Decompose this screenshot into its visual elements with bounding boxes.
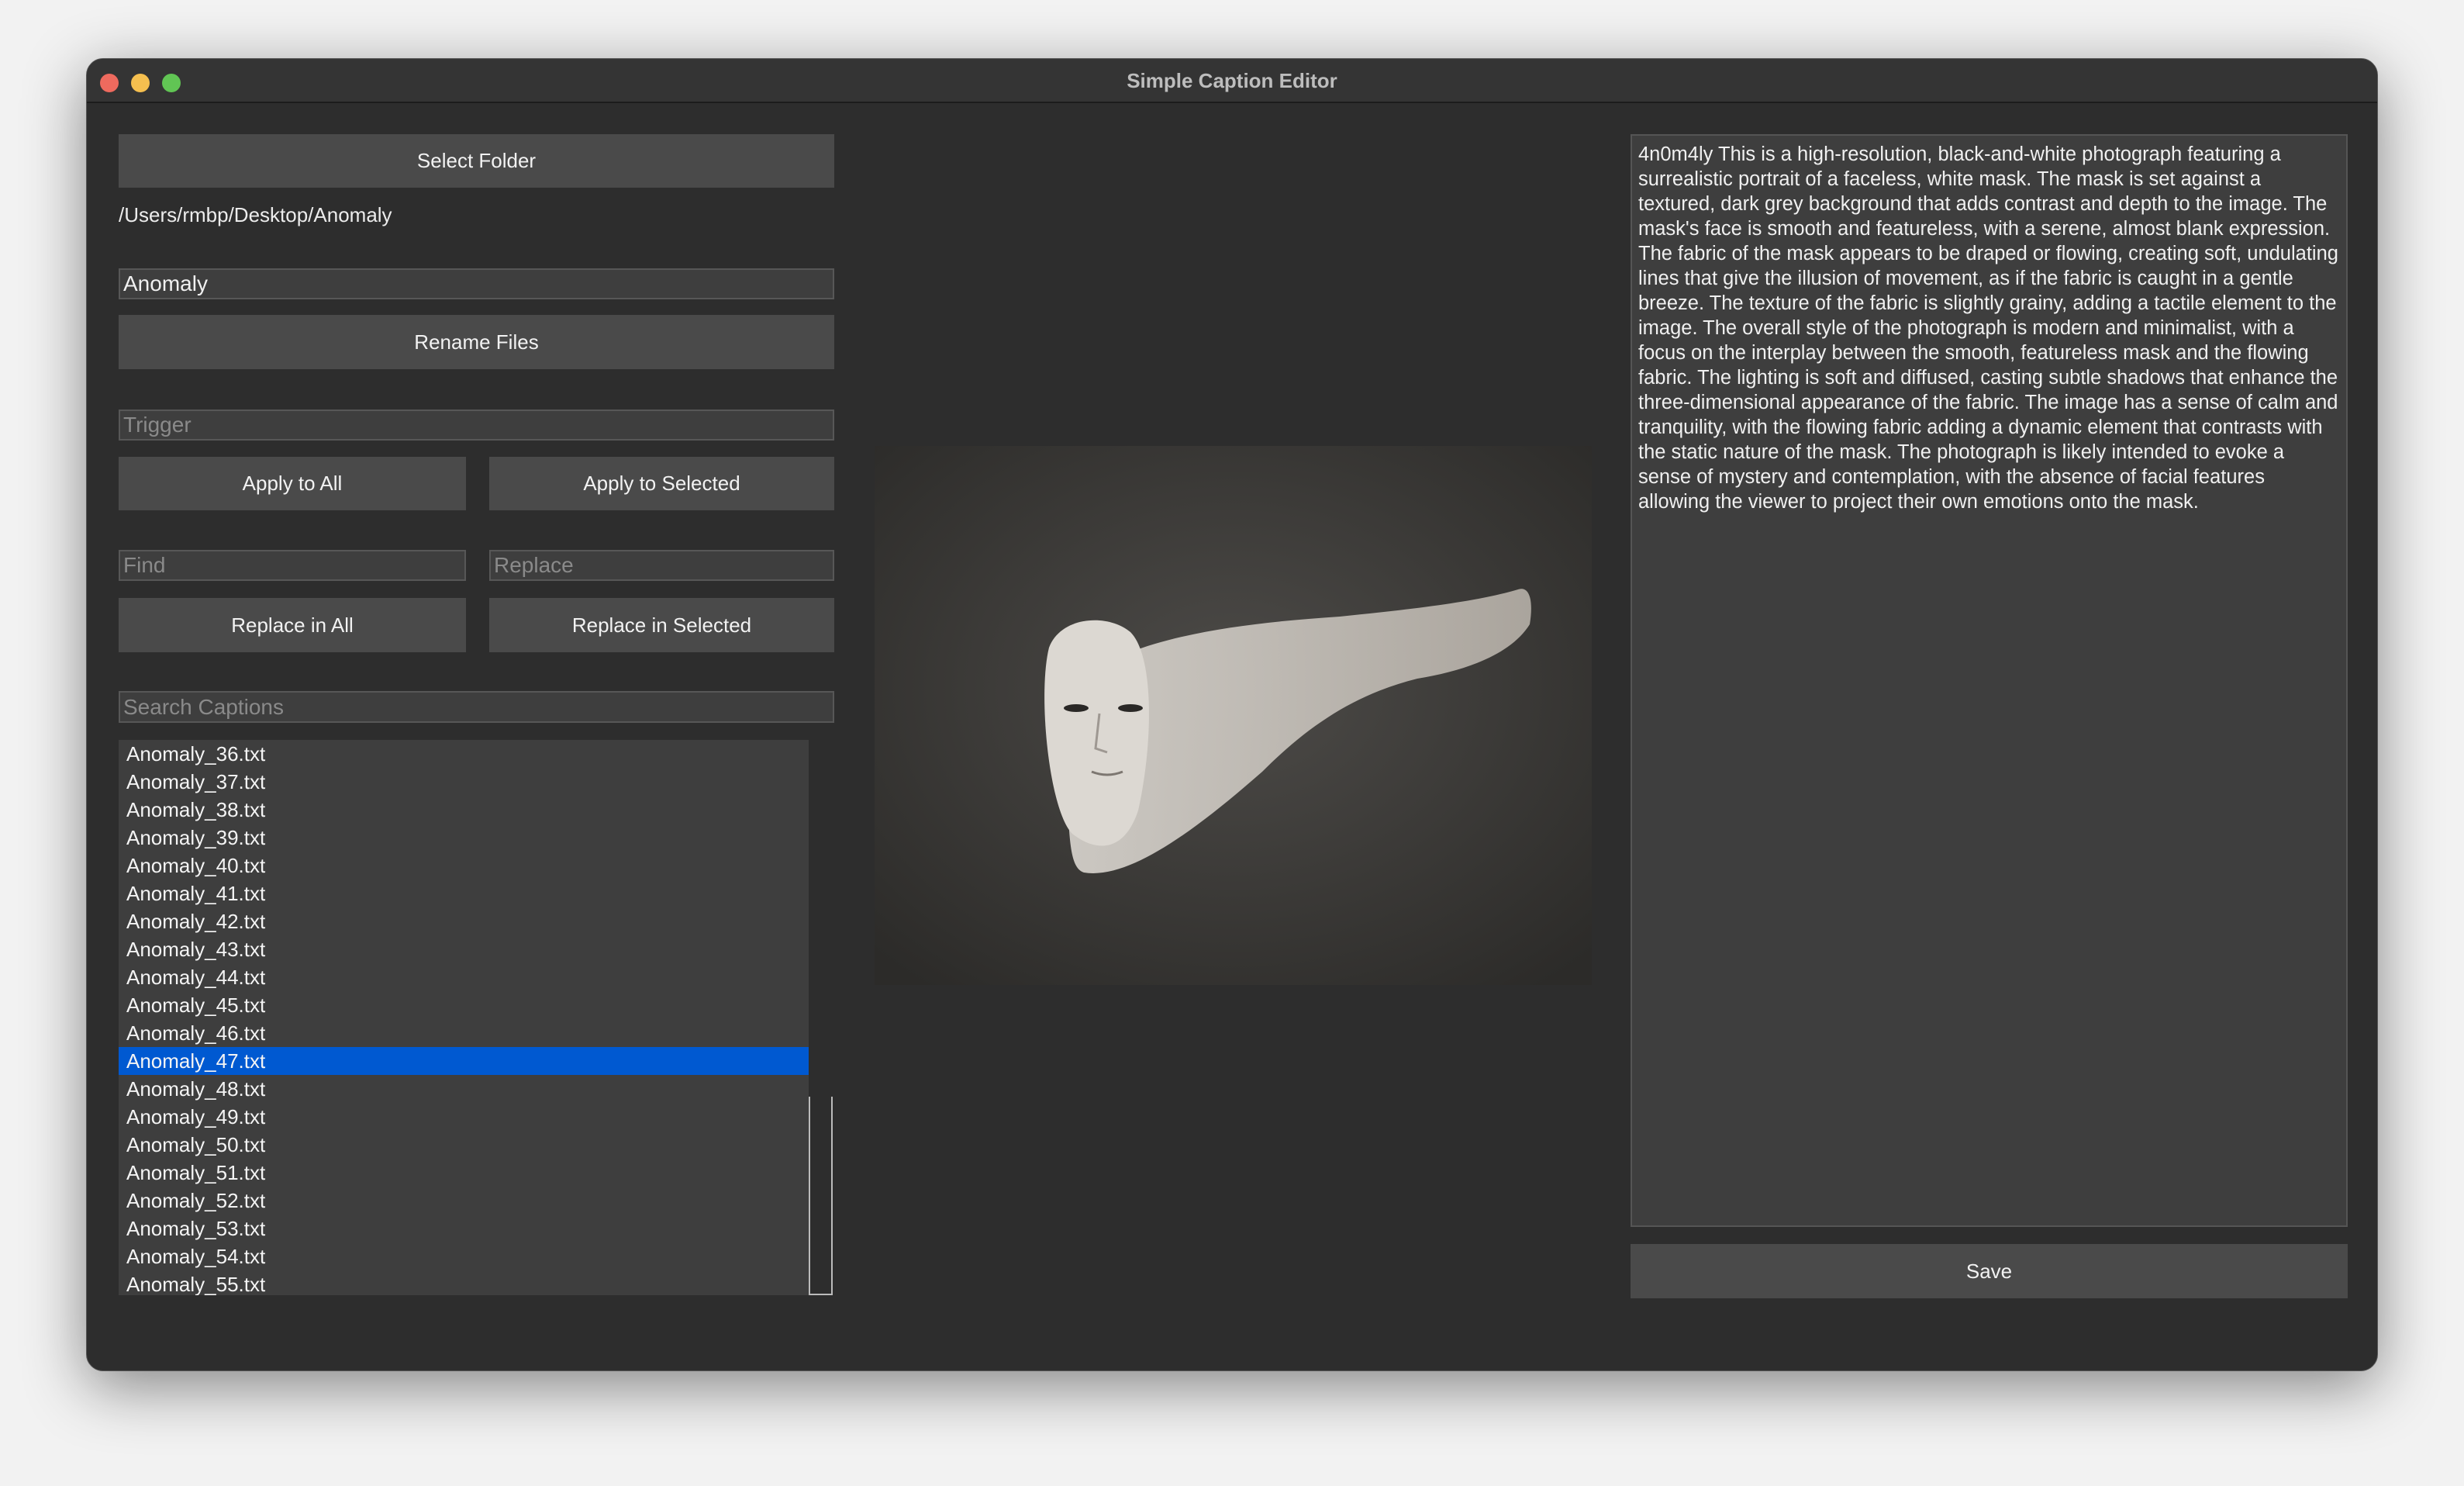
- title-bar: Simple Caption Editor: [87, 59, 2377, 103]
- file-list-scrollbar[interactable]: [809, 740, 833, 1295]
- rename-files-button[interactable]: Rename Files: [119, 315, 834, 369]
- rename-input[interactable]: Anomaly: [119, 268, 834, 299]
- file-list-item[interactable]: Anomaly_43.txt: [119, 935, 809, 963]
- file-list-item[interactable]: Anomaly_45.txt: [119, 991, 809, 1019]
- file-list-item[interactable]: Anomaly_51.txt: [119, 1159, 809, 1187]
- file-list-item[interactable]: Anomaly_50.txt: [119, 1131, 809, 1159]
- file-list-item[interactable]: Anomaly_53.txt: [119, 1215, 809, 1242]
- save-button[interactable]: Save: [1631, 1244, 2348, 1298]
- replace-input[interactable]: Replace: [489, 550, 834, 581]
- file-list-item[interactable]: Anomaly_36.txt: [119, 740, 809, 768]
- replace-in-selected-button[interactable]: Replace in Selected: [489, 598, 834, 652]
- app-window: Simple Caption Editor Select Folder /Use…: [86, 58, 2378, 1371]
- search-captions-input[interactable]: Search Captions: [119, 691, 834, 723]
- file-list-item[interactable]: Anomaly_47.txt: [119, 1047, 809, 1075]
- file-list-item[interactable]: Anomaly_52.txt: [119, 1187, 809, 1215]
- file-list-item[interactable]: Anomaly_44.txt: [119, 963, 809, 991]
- file-list: Anomaly_36.txt Anomaly_37.txt Anomaly_38.t…: [119, 740, 809, 1295]
- select-folder-button[interactable]: Select Folder: [119, 134, 834, 188]
- apply-to-all-button[interactable]: Apply to All: [119, 457, 466, 510]
- file-list-item[interactable]: Anomaly_42.txt: [119, 907, 809, 935]
- find-input[interactable]: Find: [119, 550, 466, 581]
- file-list-item[interactable]: Anomaly_39.txt: [119, 824, 809, 852]
- file-list-item[interactable]: Anomaly_37.txt: [119, 768, 809, 796]
- caption-textarea[interactable]: 4n0m4ly This is a high-resolution, black…: [1631, 134, 2348, 1227]
- file-list-item[interactable]: Anomaly_48.txt: [119, 1075, 809, 1103]
- image-preview: [875, 446, 1592, 985]
- file-list-item[interactable]: Anomaly_38.txt: [119, 796, 809, 824]
- window-title: Simple Caption Editor: [1127, 69, 1337, 92]
- apply-to-selected-button[interactable]: Apply to Selected: [489, 457, 834, 510]
- file-list-item[interactable]: Anomaly_46.txt: [119, 1019, 809, 1047]
- file-list-item[interactable]: Anomaly_49.txt: [119, 1103, 809, 1131]
- replace-in-all-button[interactable]: Replace in All: [119, 598, 466, 652]
- scrollbar-thumb[interactable]: [809, 1097, 833, 1295]
- file-list-item[interactable]: Anomaly_40.txt: [119, 852, 809, 880]
- trigger-input[interactable]: Trigger: [119, 410, 834, 441]
- file-list-item[interactable]: Anomaly_55.txt: [119, 1270, 809, 1295]
- file-list-item[interactable]: Anomaly_41.txt: [119, 880, 809, 907]
- file-list-item[interactable]: Anomaly_54.txt: [119, 1242, 809, 1270]
- folder-path: /Users/rmbp/Desktop/Anomaly: [119, 203, 392, 226]
